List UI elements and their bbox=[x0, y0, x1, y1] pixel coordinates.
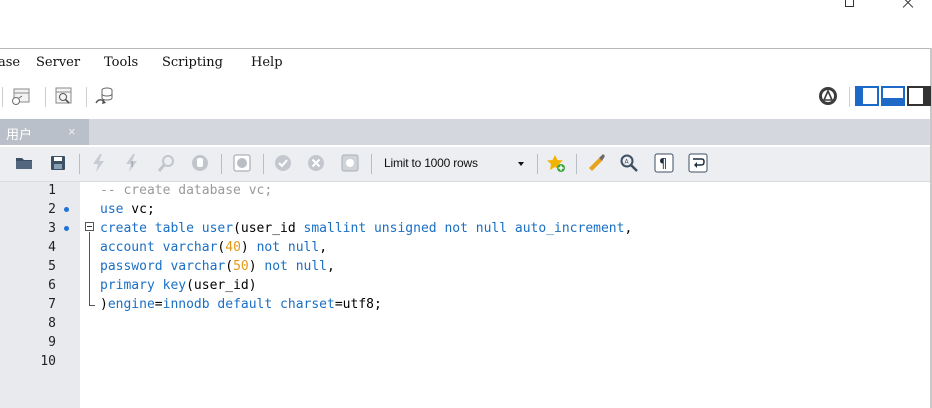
line-number: 8 bbox=[48, 316, 56, 331]
save-icon[interactable] bbox=[48, 153, 68, 173]
toolbar-separator bbox=[45, 87, 46, 107]
toolbar-separator bbox=[263, 154, 264, 174]
code-line: account varchar(40) not null, bbox=[100, 240, 328, 255]
search-table-data-icon[interactable] bbox=[53, 85, 75, 107]
workbench-preferences-icon[interactable] bbox=[817, 85, 839, 107]
tab-query-users[interactable]: 用户 × bbox=[0, 119, 89, 145]
code-area[interactable]: -- create database vc; use vc; create ta… bbox=[100, 182, 930, 408]
layout-panels-icon[interactable] bbox=[855, 85, 931, 107]
svg-text:A: A bbox=[625, 159, 630, 166]
rollback-icon[interactable] bbox=[306, 153, 326, 173]
stop-icon[interactable] bbox=[190, 153, 210, 173]
toolbar-separator bbox=[537, 154, 538, 174]
close-window-button[interactable] bbox=[898, 0, 918, 10]
fold-range-end bbox=[89, 305, 95, 306]
menu-server[interactable]: Server bbox=[36, 55, 80, 70]
toolbar-separator bbox=[371, 154, 372, 174]
code-line: )engine=innodb default charset=utf8; bbox=[100, 297, 382, 312]
invisible-characters-icon[interactable]: ¶ bbox=[654, 153, 674, 173]
beautify-icon[interactable] bbox=[586, 153, 606, 173]
fold-range-line bbox=[89, 232, 90, 306]
maximize-button[interactable] bbox=[840, 0, 860, 10]
tab-close-icon[interactable]: × bbox=[68, 124, 76, 139]
line-number: 10 bbox=[40, 354, 56, 369]
toolbar-separator bbox=[79, 154, 80, 174]
tab-label: 用户 bbox=[6, 127, 33, 142]
code-line: primary key(user_id) bbox=[100, 278, 257, 293]
code-line: create table user(user_id smallint unsig… bbox=[100, 221, 633, 236]
word-wrap-icon[interactable] bbox=[688, 153, 708, 173]
sql-editor-toolbar: I Limit to 1000 rows A ¶ bbox=[0, 147, 930, 182]
menu-bar: ase Server Tools Scripting Help bbox=[0, 49, 930, 77]
auto-commit-icon[interactable] bbox=[340, 153, 360, 173]
toolbar-separator bbox=[849, 87, 850, 107]
statement-marker-icon bbox=[64, 226, 69, 231]
line-number: 7 bbox=[48, 297, 56, 312]
limit-rows-value: Limit to 1000 rows bbox=[384, 156, 478, 170]
find-replace-icon[interactable]: A bbox=[619, 153, 639, 173]
code-line: -- create database vc; bbox=[100, 183, 273, 198]
svg-text:I: I bbox=[131, 160, 133, 169]
fold-collapse-icon[interactable] bbox=[85, 222, 94, 231]
explain-icon[interactable] bbox=[157, 153, 177, 173]
toolbar-separator bbox=[221, 154, 222, 174]
reconnect-database-icon[interactable] bbox=[94, 85, 116, 107]
toggle-stop-on-error-icon[interactable] bbox=[232, 153, 252, 173]
table-inspector-icon[interactable] bbox=[10, 85, 32, 107]
menu-database[interactable]: ase bbox=[0, 55, 20, 70]
sql-editor[interactable]: 1 2 3 4 5 6 7 8 9 10 -- create database … bbox=[0, 182, 930, 408]
line-number: 5 bbox=[48, 259, 56, 274]
limit-rows-select[interactable]: Limit to 1000 rows bbox=[377, 153, 531, 175]
line-number: 3 bbox=[48, 221, 56, 236]
statement-marker-icon bbox=[64, 207, 69, 212]
line-number: 4 bbox=[48, 240, 56, 255]
line-number: 9 bbox=[48, 335, 56, 350]
commit-icon[interactable] bbox=[273, 153, 293, 173]
line-number-gutter: 1 2 3 4 5 6 7 8 9 10 bbox=[0, 182, 80, 408]
code-line: password varchar(50) not null, bbox=[100, 259, 335, 274]
menu-scripting[interactable]: Scripting bbox=[162, 55, 223, 70]
svg-text:¶: ¶ bbox=[659, 157, 667, 172]
main-toolbar bbox=[0, 77, 931, 117]
query-tab-strip: 用户 × bbox=[0, 119, 930, 145]
chevron-down-icon bbox=[518, 162, 524, 166]
toolbar-separator bbox=[576, 154, 577, 174]
line-number: 1 bbox=[48, 183, 56, 198]
open-folder-icon[interactable] bbox=[14, 153, 34, 173]
menu-tools[interactable]: Tools bbox=[104, 55, 138, 70]
code-line: use vc; bbox=[100, 202, 155, 217]
menu-help[interactable]: Help bbox=[251, 55, 283, 70]
add-snippet-icon[interactable] bbox=[546, 153, 566, 173]
execute-icon[interactable] bbox=[89, 153, 109, 173]
line-number: 6 bbox=[48, 278, 56, 293]
toolbar-separator bbox=[2, 87, 3, 107]
toolbar-separator bbox=[86, 87, 87, 107]
title-bar bbox=[0, 0, 932, 48]
fold-margin bbox=[80, 182, 100, 408]
execute-current-statement-icon[interactable]: I bbox=[122, 153, 142, 173]
line-number: 2 bbox=[48, 202, 56, 217]
